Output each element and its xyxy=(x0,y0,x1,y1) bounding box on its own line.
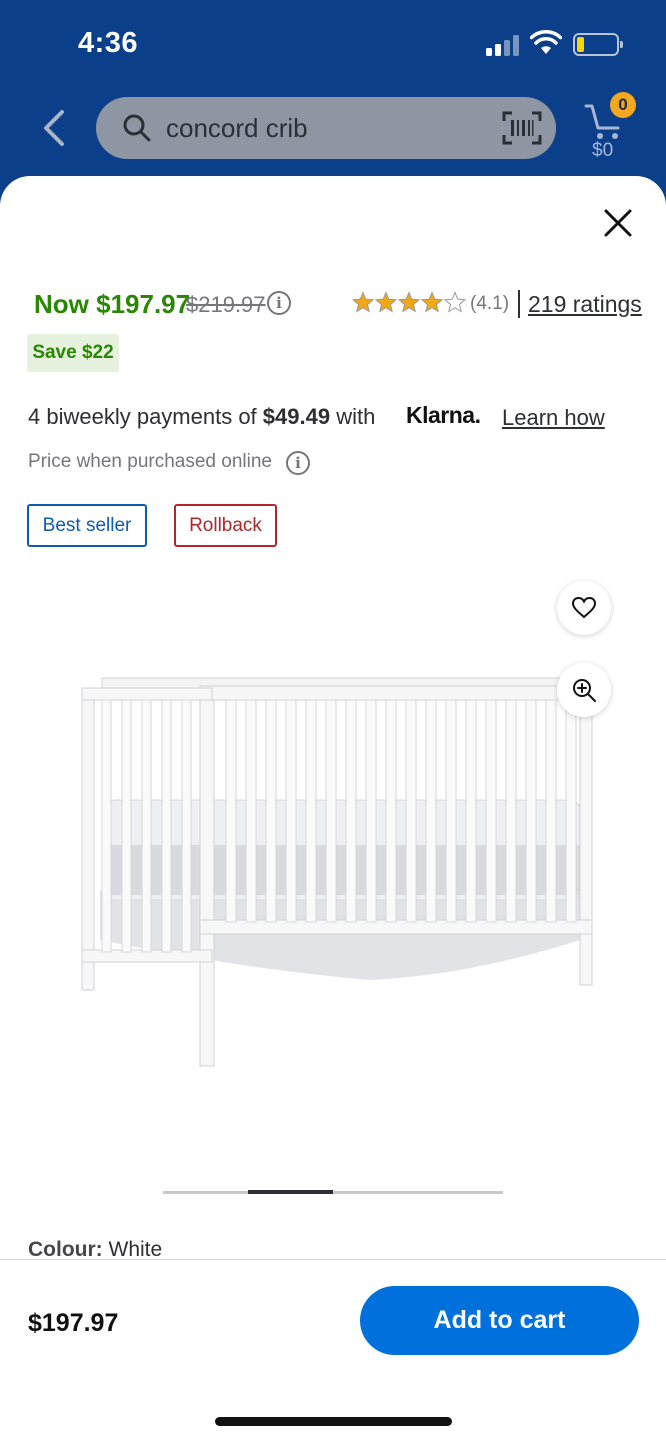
rollback-tag: Rollback xyxy=(174,504,277,547)
heart-icon xyxy=(571,596,597,619)
crib-slat xyxy=(345,699,357,923)
crib-side-slat xyxy=(141,699,152,953)
star-filled-icon xyxy=(352,291,375,313)
crib-slat xyxy=(405,699,417,923)
battery-icon xyxy=(573,33,623,56)
crib-slat xyxy=(425,699,437,923)
search-query: concord crib xyxy=(166,113,308,143)
barcode-scan-icon[interactable] xyxy=(502,111,542,145)
status-time: 4:36 xyxy=(78,27,139,59)
star-filled-icon xyxy=(397,291,421,313)
current-price: Now $197.97 xyxy=(34,289,191,319)
klarna-text-after: with xyxy=(330,404,376,429)
rating-divider xyxy=(518,290,520,318)
product-image[interactable] xyxy=(50,650,610,1080)
online-price-info-icon[interactable]: i xyxy=(286,451,310,475)
cart-button[interactable]: 0 $0 xyxy=(584,92,644,164)
zoom-button[interactable] xyxy=(557,663,611,717)
crib-slat xyxy=(245,699,257,923)
original-price: $219.97 xyxy=(186,292,266,317)
colour-value: White xyxy=(108,1238,163,1261)
crib-slat xyxy=(445,699,457,923)
crib-slat xyxy=(265,699,277,923)
crib-slat xyxy=(305,699,317,923)
home-indicator xyxy=(215,1417,452,1426)
search-icon xyxy=(123,114,151,142)
crib-slat xyxy=(565,699,577,923)
bottom-price: $197.97 xyxy=(28,1309,119,1337)
savings-badge: Save $22 xyxy=(27,334,119,372)
back-button[interactable] xyxy=(38,108,70,148)
klarna-amount: $49.49 xyxy=(262,404,331,429)
carousel-indicator xyxy=(163,1191,503,1194)
star-empty-icon xyxy=(443,291,467,313)
crib-slat xyxy=(545,699,557,923)
price-online-note: Price when purchased online xyxy=(28,451,272,472)
cart-total: $0 xyxy=(592,140,614,161)
crib-slat xyxy=(285,699,297,923)
search-input[interactable]: concord crib xyxy=(96,97,556,159)
zoom-in-icon xyxy=(573,679,596,702)
star-filled-icon xyxy=(420,291,444,313)
crib-slat xyxy=(325,699,337,923)
signal-icon xyxy=(486,34,522,56)
ratings-link[interactable]: 219 ratings xyxy=(528,291,642,318)
close-icon xyxy=(604,209,632,237)
star-rating[interactable] xyxy=(352,290,467,316)
crib-side-slat xyxy=(181,699,192,953)
add-to-cart-button[interactable]: Add to cart xyxy=(360,1286,639,1355)
crib-side-slat xyxy=(101,699,112,953)
crib-side-slat xyxy=(161,699,172,953)
price-info-icon[interactable]: i xyxy=(267,291,291,315)
favorite-button[interactable] xyxy=(557,581,611,635)
close-button[interactable] xyxy=(600,205,636,241)
star-filled-icon xyxy=(374,291,398,313)
crib-slat xyxy=(505,699,517,923)
crib-slat xyxy=(525,699,537,923)
best-seller-tag: Best seller xyxy=(27,504,147,547)
chevron-left-icon xyxy=(44,110,64,146)
klarna-text-before: 4 biweekly payments of xyxy=(28,404,263,429)
crib-slat xyxy=(385,699,397,923)
carousel-active-indicator xyxy=(248,1190,333,1194)
rating-value: (4.1) xyxy=(470,293,510,314)
klarna-payment-text: 4 biweekly payments of $49.49 with xyxy=(28,404,375,430)
crib-slat xyxy=(365,699,377,923)
wifi-icon xyxy=(530,30,562,54)
cart-count-badge: 0 xyxy=(610,92,636,118)
klarna-logo: Klarna. xyxy=(406,402,481,428)
learn-how-link[interactable]: Learn how xyxy=(502,405,605,431)
crib-slat xyxy=(485,699,497,923)
crib-slat xyxy=(465,699,477,923)
crib-side-slat xyxy=(121,699,132,953)
crib-slat xyxy=(225,699,237,923)
colour-label: Colour: xyxy=(28,1238,103,1261)
